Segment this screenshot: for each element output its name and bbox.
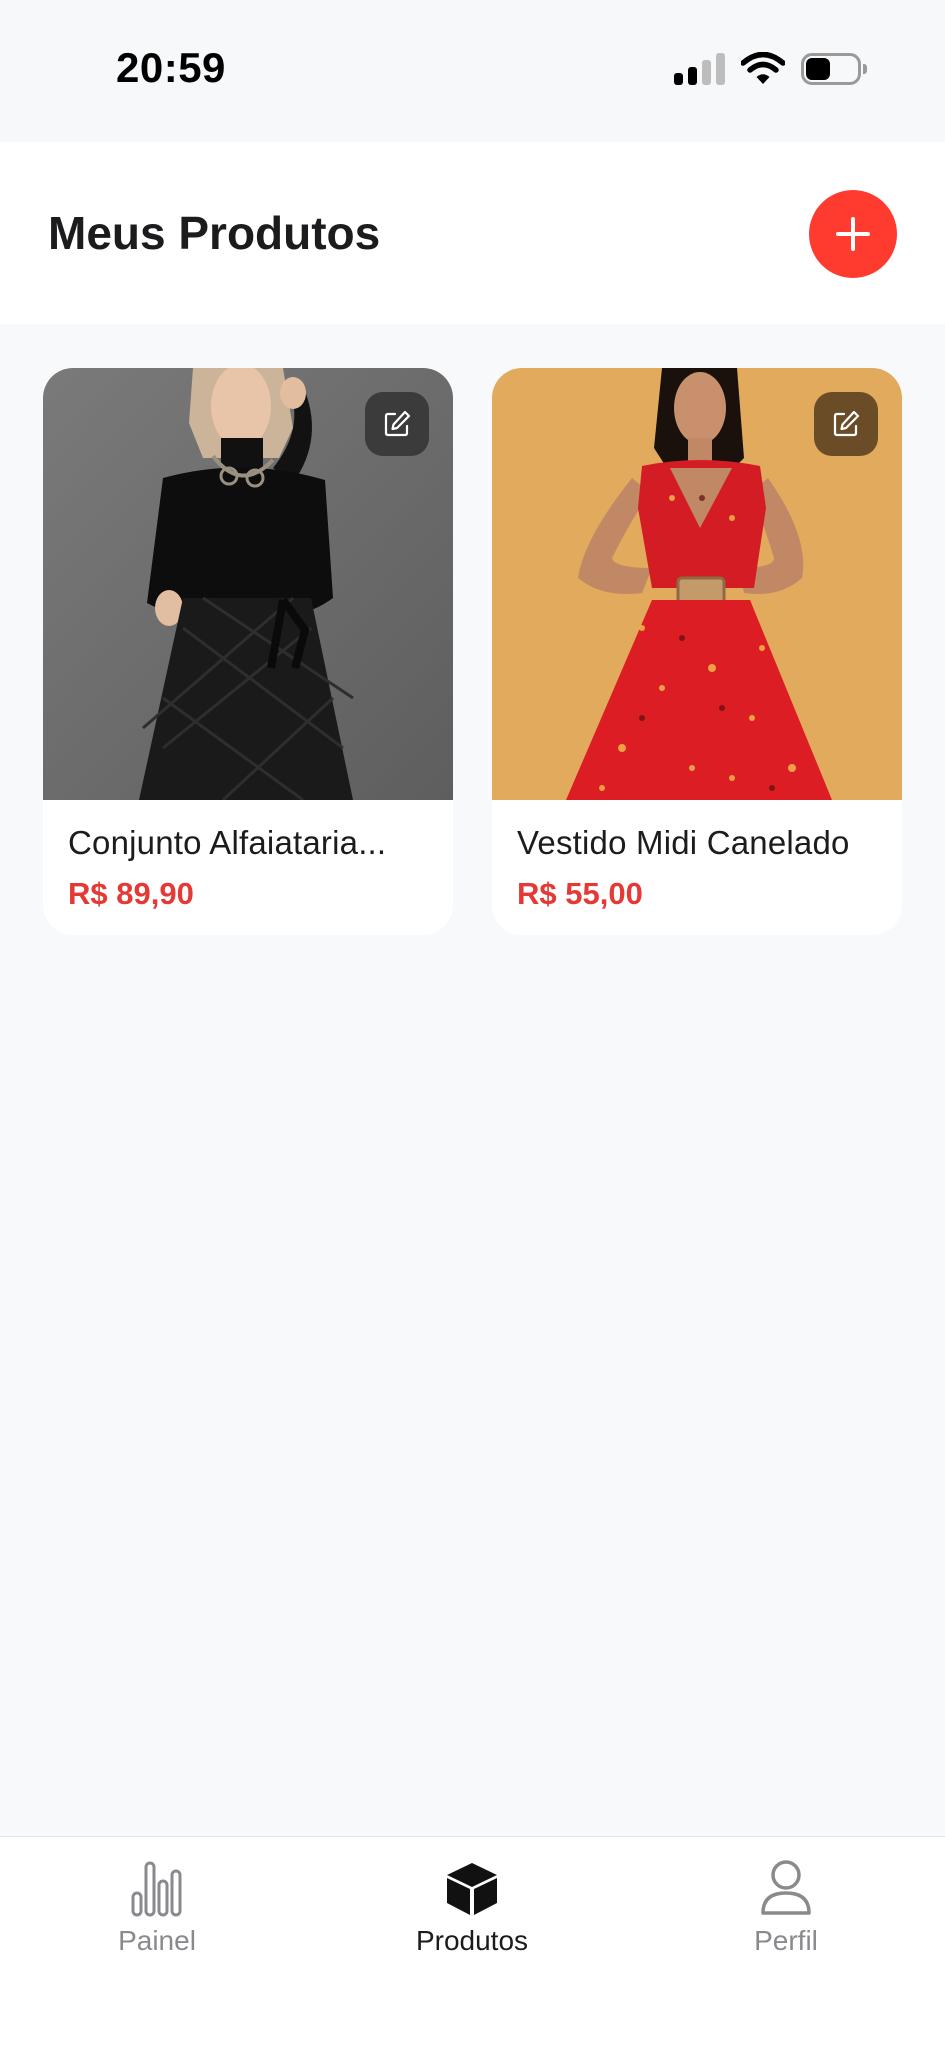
signal-icon xyxy=(674,53,725,85)
app-screen: 20:59 Meus Produtos Conjunto Alfaiataria… xyxy=(0,0,945,2048)
nav-item-perfil[interactable]: Perfil xyxy=(676,1857,896,1967)
edit-product-button[interactable] xyxy=(365,392,429,456)
bottom-nav: Painel Produtos Perfil xyxy=(0,1836,945,2048)
add-product-button[interactable] xyxy=(809,190,897,278)
nav-item-produtos[interactable]: Produtos xyxy=(362,1857,582,1967)
product-card[interactable]: Vestido Midi Canelado R$ 55,00 xyxy=(492,368,902,935)
battery-icon xyxy=(801,53,867,85)
nav-item-painel[interactable]: Painel xyxy=(47,1857,267,1967)
product-price: R$ 89,90 xyxy=(68,876,194,911)
nav-label: Painel xyxy=(118,1925,196,1956)
person-icon xyxy=(756,1857,816,1917)
product-name: Conjunto Alfaiataria... xyxy=(68,824,387,861)
product-card[interactable]: Conjunto Alfaiataria... R$ 89,90 xyxy=(43,368,453,935)
plus-icon xyxy=(836,217,870,251)
nav-label: Produtos xyxy=(415,1925,529,1956)
product-image[interactable] xyxy=(492,368,902,800)
product-image[interactable] xyxy=(43,368,453,800)
page-header: Meus Produtos xyxy=(0,142,945,324)
product-name: Vestido Midi Canelado xyxy=(517,824,850,861)
product-price: R$ 55,00 xyxy=(517,876,643,911)
status-icons xyxy=(674,52,867,86)
page-title: Meus Produtos xyxy=(48,207,381,259)
edit-product-button[interactable] xyxy=(814,392,878,456)
wifi-icon xyxy=(741,52,785,84)
edit-icon xyxy=(384,410,411,437)
status-time: 20:59 xyxy=(116,44,226,91)
edit-icon xyxy=(833,410,860,437)
nav-label: Perfil xyxy=(754,1925,818,1956)
status-bar: 20:59 xyxy=(0,0,945,142)
bar-chart-icon xyxy=(127,1857,187,1917)
box-icon xyxy=(442,1857,502,1917)
